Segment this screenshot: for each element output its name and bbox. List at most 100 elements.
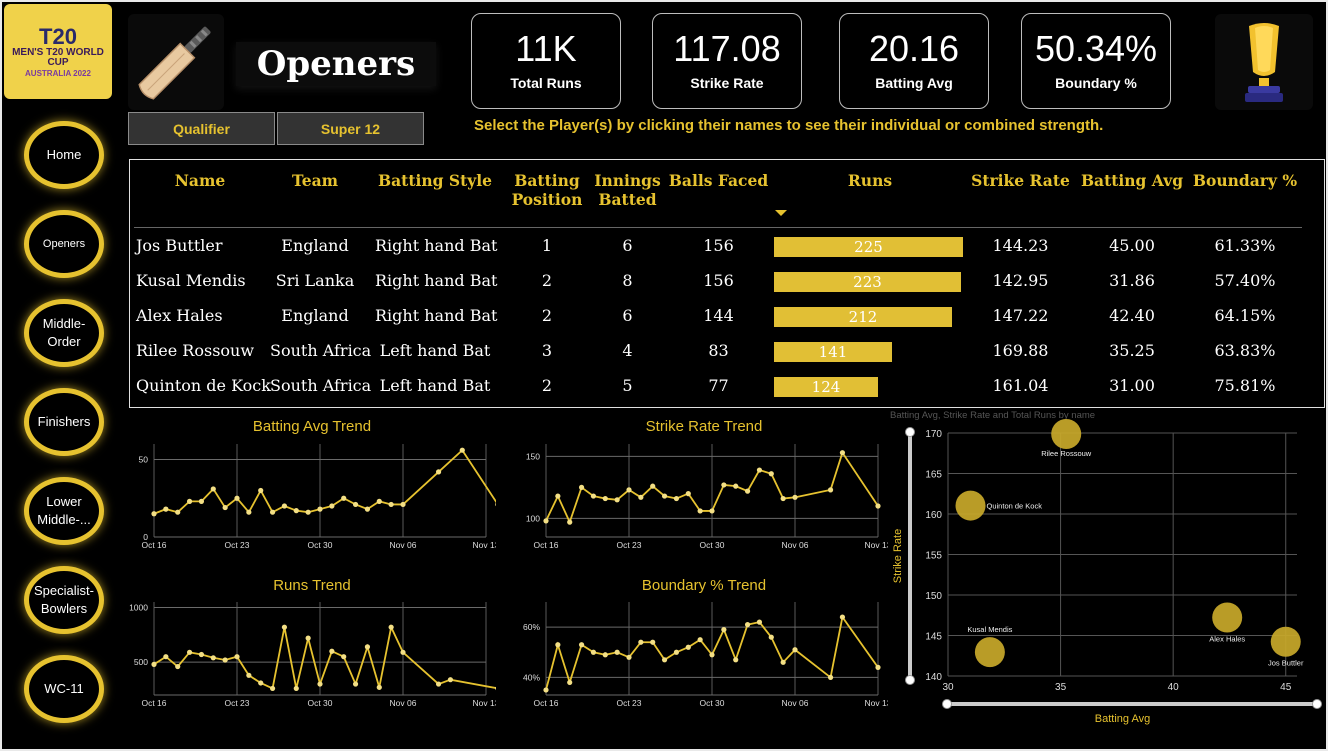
x-tick-label: Oct 16 xyxy=(533,540,558,550)
col-header-batting-style[interactable]: Batting Style xyxy=(375,171,495,191)
col-header-batting-position[interactable]: Batting Position xyxy=(505,171,589,209)
tab-super-12[interactable]: Super 12 xyxy=(277,112,424,145)
cell-batting-style: Right hand Bat xyxy=(375,306,498,325)
data-point xyxy=(555,493,561,499)
data-point xyxy=(293,685,299,692)
col-header-balls-faced[interactable]: Balls Faced xyxy=(666,171,771,191)
y-slider-handle-bottom xyxy=(905,675,915,685)
cell-balls-faced: 156 xyxy=(703,271,734,290)
col-header-strike-rate[interactable]: Strike Rate xyxy=(968,171,1073,191)
cell-name[interactable]: Quinton de Kock xyxy=(136,368,271,403)
cell-team: South Africa xyxy=(270,376,372,395)
cell-innings: 4 xyxy=(622,341,633,360)
data-point xyxy=(352,501,359,508)
cell-name[interactable]: Kusal Mendis xyxy=(136,263,266,298)
data-point xyxy=(269,685,276,692)
nav-finishers-button[interactable]: Finishers xyxy=(24,388,104,456)
y-tick-label: 140 xyxy=(925,672,942,683)
cell-boundary-pct: 75.81% xyxy=(1214,376,1276,395)
data-point xyxy=(626,654,632,660)
col-header-batting-position-line1: Batting xyxy=(514,171,580,190)
data-point xyxy=(602,495,608,502)
nav-wc-11-button[interactable]: WC-11 xyxy=(24,655,104,723)
cell-batting-avg: 45.00 xyxy=(1109,236,1155,255)
table-row[interactable]: Rilee Rossouw South Africa Left hand Bat 3 4… xyxy=(130,333,1324,368)
logo-line-1: T20 xyxy=(39,23,77,49)
x-tick-label: Oct 16 xyxy=(533,698,558,708)
data-point xyxy=(341,495,347,501)
bubble-point xyxy=(1270,626,1301,657)
runs-bar-value: 124 xyxy=(811,378,841,396)
chart-title-batting-avg-trend: Batting Avg Trend xyxy=(252,418,372,435)
data-point xyxy=(650,483,656,489)
data-point xyxy=(495,686,496,691)
x-tick-label: Nov 06 xyxy=(782,698,809,708)
cell-balls-faced: 144 xyxy=(703,306,734,325)
data-point xyxy=(281,503,288,509)
cell-batting-position: 2 xyxy=(541,306,553,325)
trophy-icon xyxy=(1215,14,1313,110)
kpi-total-runs-value: 11K xyxy=(515,28,577,69)
data-point xyxy=(246,672,252,678)
cell-team: South Africa xyxy=(270,341,372,360)
data-point xyxy=(341,654,347,660)
nav-specialist-bowlers-button[interactable]: Specialist-Bowlers xyxy=(24,566,104,634)
data-point xyxy=(721,627,727,633)
data-point xyxy=(186,649,193,655)
col-header-team[interactable]: Team xyxy=(270,171,360,191)
cell-boundary-pct: 64.15% xyxy=(1214,306,1276,325)
cell-name[interactable]: Jos Buttler xyxy=(136,228,266,263)
cell-strike-rate: 169.88 xyxy=(992,341,1049,360)
data-point xyxy=(459,447,465,453)
bubble-label: Rilee Rossouw xyxy=(1041,449,1092,458)
cell-strike-rate: 147.22 xyxy=(992,306,1049,325)
data-point xyxy=(839,614,846,620)
y-tick-label: 160 xyxy=(925,510,942,521)
cell-team: England xyxy=(281,306,349,325)
data-point xyxy=(709,508,715,514)
data-point xyxy=(317,681,323,687)
cell-boundary-pct: 57.40% xyxy=(1214,271,1276,290)
cell-batting-position: 2 xyxy=(541,271,553,290)
data-point xyxy=(258,487,264,494)
data-point xyxy=(578,642,585,648)
bubble-label: Kusal Mendis xyxy=(967,625,1012,634)
y-tick-label: 100 xyxy=(526,513,540,523)
cell-balls-faced: 83 xyxy=(708,341,729,360)
scatter-chart: Batting Avg, Strike Rate and Total Runs … xyxy=(890,410,1322,725)
x-tick-label: 40 xyxy=(1168,682,1180,693)
x-tick-label: Oct 30 xyxy=(307,540,332,550)
nav-home-button[interactable]: Home xyxy=(24,121,104,189)
bubble-point xyxy=(1212,602,1243,633)
table-row[interactable]: Alex Hales England Right hand Bat 2 6 144 147.… xyxy=(130,298,1324,333)
data-point xyxy=(329,648,335,654)
table-row[interactable]: Kusal Mendis Sri Lanka Right hand Bat 2 8 156… xyxy=(130,263,1324,298)
tab-qualifier[interactable]: Qualifier xyxy=(128,112,275,145)
table-row[interactable]: Quinton de Kock South Africa Left hand Bat… xyxy=(130,368,1324,403)
col-header-runs[interactable]: Runs xyxy=(820,171,920,191)
y-tick-label: 500 xyxy=(134,657,148,667)
y-tick-label: 145 xyxy=(925,632,942,643)
data-point xyxy=(756,467,763,473)
data-point xyxy=(435,681,442,687)
data-point xyxy=(875,503,881,509)
cell-batting-avg: 31.00 xyxy=(1109,376,1155,395)
col-header-boundary-pct[interactable]: Boundary % xyxy=(1188,171,1302,191)
data-point xyxy=(780,495,786,502)
sort-descending-icon xyxy=(775,210,787,216)
cell-boundary-pct: 61.33% xyxy=(1214,236,1276,255)
x-tick-label: Oct 23 xyxy=(616,698,641,708)
col-header-innings-batted[interactable]: Innings Batted xyxy=(590,171,665,209)
col-header-batting-avg[interactable]: Batting Avg xyxy=(1080,171,1184,191)
x-tick-label: Oct 30 xyxy=(699,698,724,708)
x-tick-label: Oct 16 xyxy=(141,698,166,708)
table-row[interactable]: Jos Buttler England Right hand Bat 1 6 156 144… xyxy=(130,228,1324,263)
y-axis-label: Strike Rate xyxy=(892,529,904,583)
cell-name[interactable]: Rilee Rossouw xyxy=(136,333,266,368)
nav-openers-button[interactable]: Openers xyxy=(24,210,104,278)
col-header-name[interactable]: Name xyxy=(150,171,250,191)
col-header-innings-line1: Innings xyxy=(594,171,661,190)
cell-name[interactable]: Alex Hales xyxy=(136,298,266,333)
nav-middle-order-button[interactable]: Middle-Order xyxy=(24,299,104,367)
nav-lower-middle-button[interactable]: Lower Middle-... xyxy=(24,477,104,545)
